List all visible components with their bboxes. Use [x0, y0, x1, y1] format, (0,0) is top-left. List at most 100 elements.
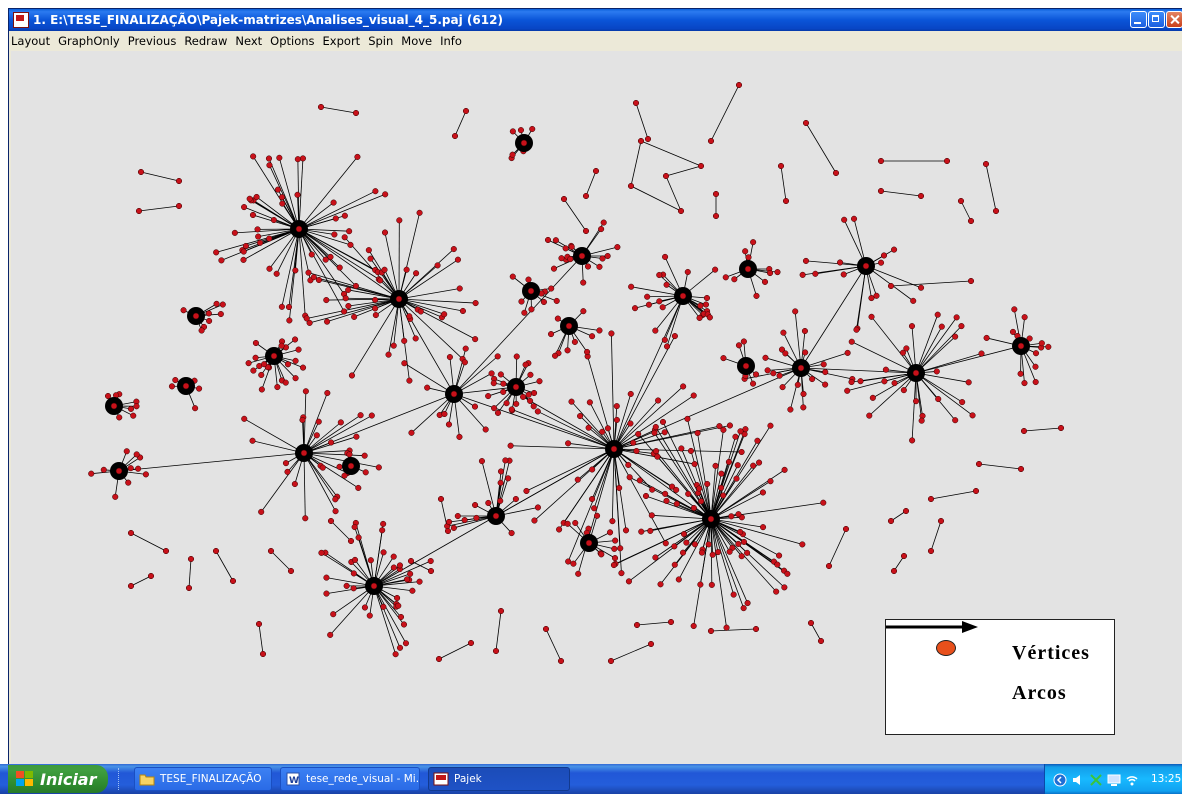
vertex[interactable] — [953, 314, 960, 321]
vertex[interactable] — [282, 460, 290, 467]
vertex[interactable] — [494, 409, 502, 416]
vertex[interactable] — [249, 211, 257, 219]
vertex[interactable] — [527, 397, 534, 404]
vertex[interactable] — [822, 381, 829, 388]
vertex[interactable] — [313, 432, 320, 439]
vertex[interactable] — [645, 301, 652, 308]
vertex[interactable] — [952, 417, 959, 424]
vertex[interactable] — [116, 414, 123, 421]
vertex[interactable] — [547, 331, 555, 338]
vertex[interactable] — [192, 312, 200, 320]
vertex[interactable] — [295, 346, 302, 353]
vertex[interactable] — [274, 186, 281, 193]
vertex[interactable] — [258, 371, 265, 379]
vertex[interactable] — [694, 429, 701, 437]
vertex[interactable] — [279, 200, 286, 207]
vertex[interactable] — [407, 570, 414, 577]
vertex[interactable] — [441, 311, 448, 318]
vertex[interactable] — [720, 426, 727, 433]
pajek-app-icon[interactable] — [13, 12, 29, 28]
vertex[interactable] — [742, 362, 750, 370]
vertex[interactable] — [632, 99, 640, 107]
vertex[interactable] — [294, 191, 301, 198]
vertex[interactable] — [663, 343, 671, 350]
vertex[interactable] — [513, 353, 520, 360]
vertex[interactable] — [472, 336, 479, 343]
vertex[interactable] — [750, 239, 757, 246]
vertex[interactable] — [626, 474, 633, 481]
vertex[interactable] — [616, 484, 623, 492]
vertex[interactable] — [687, 447, 695, 454]
vertex[interactable] — [255, 233, 262, 240]
vertex[interactable] — [842, 525, 850, 533]
vertex[interactable] — [396, 217, 403, 224]
vertex[interactable] — [562, 245, 569, 252]
vertex[interactable] — [752, 371, 760, 378]
vertex[interactable] — [877, 157, 885, 165]
vertex[interactable] — [270, 352, 278, 360]
vertex[interactable] — [497, 371, 504, 378]
vertex[interactable] — [882, 366, 889, 373]
vertex[interactable] — [777, 162, 785, 170]
vertex[interactable] — [492, 647, 500, 655]
vertex[interactable] — [427, 567, 435, 575]
vertex[interactable] — [720, 492, 727, 499]
vertex[interactable] — [617, 545, 624, 552]
vertex[interactable] — [347, 537, 355, 545]
vertex[interactable] — [802, 257, 810, 264]
vertex[interactable] — [258, 386, 265, 393]
vertex[interactable] — [586, 399, 593, 406]
vertex[interactable] — [550, 265, 558, 272]
vertex[interactable] — [707, 515, 715, 523]
vertex[interactable] — [737, 428, 744, 435]
vertex[interactable] — [691, 541, 699, 548]
vertex[interactable] — [726, 548, 733, 555]
vertex[interactable] — [401, 337, 408, 344]
vertex[interactable] — [542, 625, 550, 633]
vertex[interactable] — [596, 327, 603, 334]
vertex[interactable] — [774, 269, 781, 276]
vertex[interactable] — [341, 308, 348, 315]
vertex[interactable] — [397, 613, 405, 621]
vertex[interactable] — [127, 465, 134, 472]
vertex[interactable] — [507, 442, 514, 449]
vertex[interactable] — [802, 119, 810, 127]
vertex[interactable] — [424, 384, 431, 391]
vertex[interactable] — [712, 266, 719, 273]
vertex[interactable] — [213, 249, 220, 256]
vertex[interactable] — [799, 541, 806, 548]
vertex[interactable] — [969, 412, 976, 419]
vertex[interactable] — [671, 561, 678, 568]
vertex[interactable] — [435, 655, 443, 663]
vertex[interactable] — [478, 458, 485, 465]
vertex[interactable] — [558, 255, 565, 262]
vertex[interactable] — [649, 486, 656, 493]
vertex[interactable] — [527, 371, 534, 378]
vertex[interactable] — [744, 549, 751, 556]
vertex[interactable] — [352, 109, 360, 117]
vertex[interactable] — [698, 549, 705, 556]
vertex[interactable] — [992, 207, 1000, 215]
vertex[interactable] — [367, 557, 374, 564]
vertex[interactable] — [577, 413, 584, 420]
vertex[interactable] — [362, 469, 369, 476]
vertex[interactable] — [651, 429, 658, 436]
vertex[interactable] — [690, 392, 697, 399]
vertex[interactable] — [703, 294, 711, 302]
vertex[interactable] — [684, 268, 691, 276]
vertex[interactable] — [441, 410, 448, 418]
vertex[interactable] — [500, 388, 507, 396]
vertex[interactable] — [402, 640, 410, 647]
vertex[interactable] — [323, 297, 330, 304]
vertex[interactable] — [647, 640, 655, 648]
taskbar-item-word[interactable]: W tese_rede_visual - Mi... — [280, 767, 420, 791]
vertex[interactable] — [627, 182, 635, 190]
vertex[interactable] — [385, 351, 392, 358]
vertex[interactable] — [840, 271, 847, 278]
vertex[interactable] — [246, 195, 253, 202]
vertex[interactable] — [127, 529, 135, 537]
vertex[interactable] — [887, 282, 895, 290]
vertex[interactable] — [565, 558, 572, 565]
vertex[interactable] — [502, 457, 509, 464]
vertex[interactable] — [627, 390, 634, 398]
